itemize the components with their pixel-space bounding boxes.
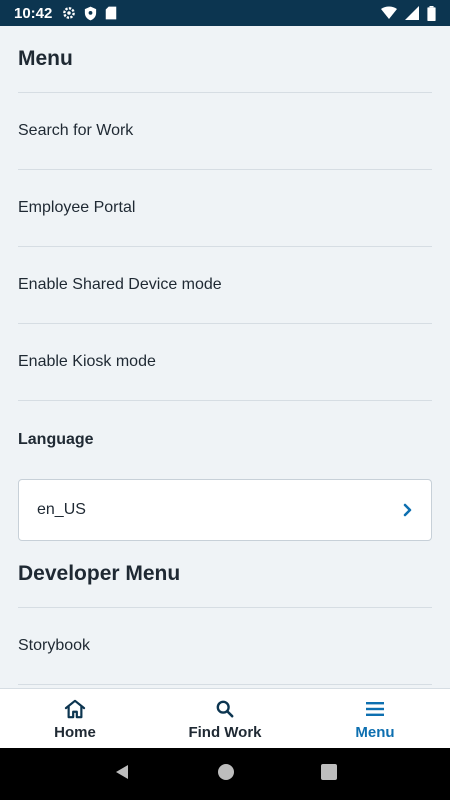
page-title: Menu [18, 26, 432, 93]
wifi-icon [381, 6, 397, 20]
status-time: 10:42 [14, 4, 53, 22]
language-select[interactable]: en_US [18, 479, 432, 541]
tab-find-work[interactable]: Find Work [150, 689, 300, 749]
chevron-right-icon [403, 503, 413, 517]
menu-item-employee-portal[interactable]: Employee Portal [18, 170, 432, 247]
search-icon [216, 698, 234, 720]
back-icon[interactable] [113, 763, 131, 786]
bottom-navigation: Home Find Work Menu [0, 688, 450, 749]
battery-icon [427, 5, 436, 21]
menu-item-label: Search for Work [18, 122, 134, 139]
home-icon [64, 698, 86, 720]
tab-home[interactable]: Home [0, 689, 150, 749]
signal-icon [405, 6, 419, 20]
menu-item-kiosk-mode[interactable]: Enable Kiosk mode [18, 324, 432, 401]
system-navigation-bar [0, 748, 450, 800]
menu-screen: Menu Search for Work Employee Portal Ena… [0, 26, 450, 688]
hamburger-icon [366, 698, 384, 720]
tab-label: Find Work [188, 723, 262, 741]
menu-item-label: Enable Kiosk mode [18, 353, 156, 370]
settings-icon [62, 6, 76, 20]
sd-card-icon [105, 6, 117, 20]
tab-menu[interactable]: Menu [300, 689, 450, 749]
menu-item-storybook[interactable]: Storybook [18, 608, 432, 685]
menu-item-shared-device-mode[interactable]: Enable Shared Device mode [18, 247, 432, 324]
menu-item-label: Employee Portal [18, 199, 136, 216]
home-button-icon[interactable] [217, 763, 235, 786]
menu-item-label: Enable Shared Device mode [18, 276, 222, 293]
recents-icon[interactable] [321, 763, 337, 785]
language-value: en_US [37, 501, 86, 518]
developer-menu-title: Developer Menu [18, 541, 432, 608]
shield-icon [84, 6, 97, 21]
language-heading: Language [18, 431, 94, 448]
status-bar: 10:42 [0, 0, 450, 26]
tab-label: Home [54, 723, 96, 741]
menu-item-label: Storybook [18, 637, 91, 654]
menu-item-search-for-work[interactable]: Search for Work [18, 93, 432, 170]
tab-label: Menu [355, 723, 395, 741]
